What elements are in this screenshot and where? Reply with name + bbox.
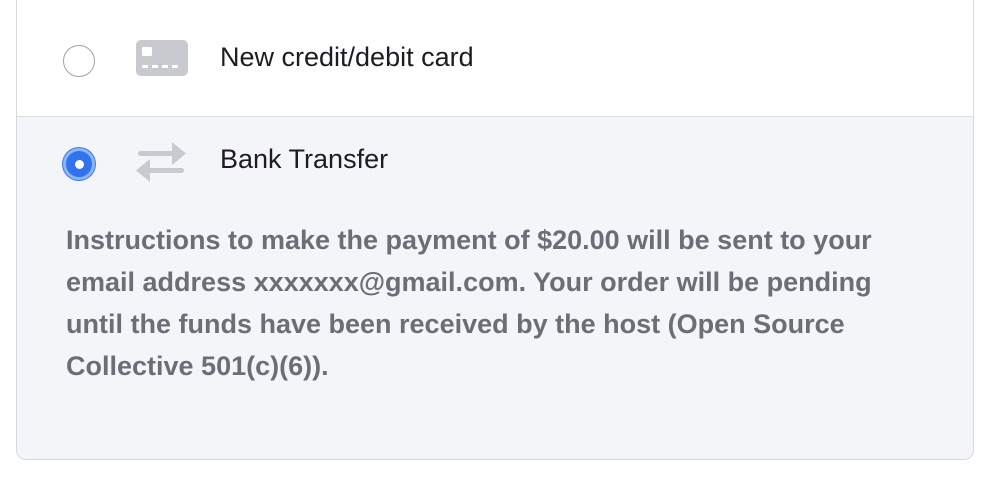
card-radio[interactable]: [63, 45, 95, 77]
bank-transfer-option-label: Bank Transfer: [220, 144, 389, 174]
credit-card-icon: [136, 40, 188, 76]
bank-transfer-instructions: Instructions to make the payment of $20.…: [66, 225, 872, 381]
card-option-label: New credit/debit card: [220, 42, 474, 72]
payment-option-bank-transfer[interactable]: Bank Transfer Instructions to make the p…: [17, 117, 973, 459]
payment-method-panel: New credit/debit card Bank Transfer Inst…: [16, 0, 974, 460]
bank-transfer-radio[interactable]: [63, 148, 95, 180]
radio-selected-dot: [74, 159, 84, 169]
transfer-arrows-icon: [136, 142, 186, 182]
payment-option-card[interactable]: New credit/debit card: [17, 0, 973, 117]
